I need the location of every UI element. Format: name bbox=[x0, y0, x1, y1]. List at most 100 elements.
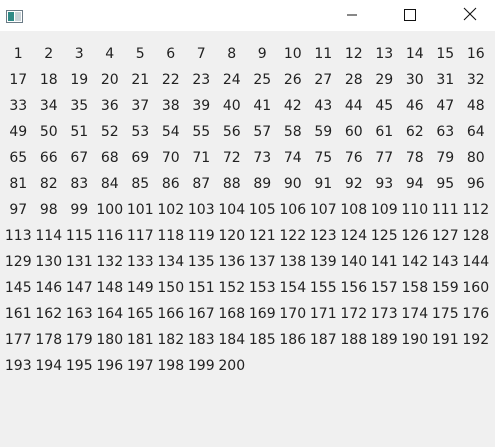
number-label: 46 bbox=[405, 98, 424, 114]
number-label: 17 bbox=[9, 72, 28, 88]
number-label: 175 bbox=[431, 306, 459, 322]
number-label: 39 bbox=[192, 98, 211, 114]
number-label: 12 bbox=[344, 46, 363, 62]
number-label: 113 bbox=[4, 228, 32, 244]
number-label: 176 bbox=[462, 306, 490, 322]
number-label: 149 bbox=[126, 280, 154, 296]
number-label: 98 bbox=[39, 202, 58, 218]
number-label: 9 bbox=[257, 46, 267, 62]
number-label: 55 bbox=[192, 124, 211, 140]
number-label: 54 bbox=[161, 124, 180, 140]
number-label: 161 bbox=[4, 306, 32, 322]
number-label: 96 bbox=[466, 176, 485, 192]
number-label: 103 bbox=[187, 202, 215, 218]
minimize-icon bbox=[346, 6, 358, 25]
number-label: 34 bbox=[39, 98, 58, 114]
number-label: 63 bbox=[436, 124, 455, 140]
number-label: 101 bbox=[126, 202, 154, 218]
number-label: 108 bbox=[340, 202, 368, 218]
minimize-button[interactable] bbox=[329, 0, 375, 31]
number-label: 146 bbox=[35, 280, 63, 296]
number-label: 121 bbox=[248, 228, 276, 244]
number-label: 183 bbox=[187, 332, 215, 348]
maximize-button[interactable] bbox=[387, 0, 433, 31]
number-label: 162 bbox=[35, 306, 63, 322]
number-label: 75 bbox=[314, 150, 333, 166]
number-label: 95 bbox=[436, 176, 455, 192]
number-label: 36 bbox=[100, 98, 119, 114]
number-label: 49 bbox=[9, 124, 28, 140]
number-label: 47 bbox=[436, 98, 455, 114]
number-label: 31 bbox=[436, 72, 455, 88]
number-label: 50 bbox=[39, 124, 58, 140]
number-label: 155 bbox=[309, 280, 337, 296]
number-label: 42 bbox=[283, 98, 302, 114]
number-label: 52 bbox=[100, 124, 119, 140]
number-label: 72 bbox=[222, 150, 241, 166]
number-label: 199 bbox=[187, 358, 215, 374]
number-label: 43 bbox=[314, 98, 333, 114]
number-label: 16 bbox=[466, 46, 485, 62]
number-label: 84 bbox=[100, 176, 119, 192]
number-label: 180 bbox=[96, 332, 124, 348]
number-label: 112 bbox=[462, 202, 490, 218]
number-label: 119 bbox=[187, 228, 215, 244]
number-label: 190 bbox=[401, 332, 429, 348]
number-label: 100 bbox=[96, 202, 124, 218]
number-label: 151 bbox=[187, 280, 215, 296]
number-label: 22 bbox=[161, 72, 180, 88]
number-label: 114 bbox=[35, 228, 63, 244]
number-label: 166 bbox=[157, 306, 185, 322]
number-label: 142 bbox=[401, 254, 429, 270]
number-label: 3 bbox=[74, 46, 84, 62]
number-label: 85 bbox=[131, 176, 150, 192]
number-label: 86 bbox=[161, 176, 180, 192]
number-label: 81 bbox=[9, 176, 28, 192]
number-label: 163 bbox=[65, 306, 93, 322]
number-label: 7 bbox=[196, 46, 206, 62]
number-label: 10 bbox=[283, 46, 302, 62]
number-label: 132 bbox=[96, 254, 124, 270]
number-label: 128 bbox=[462, 228, 490, 244]
number-label: 111 bbox=[431, 202, 459, 218]
number-label: 97 bbox=[9, 202, 28, 218]
number-label: 58 bbox=[283, 124, 302, 140]
number-label: 87 bbox=[192, 176, 211, 192]
number-label: 193 bbox=[4, 358, 32, 374]
number-label: 116 bbox=[96, 228, 124, 244]
number-label: 26 bbox=[283, 72, 302, 88]
number-label: 152 bbox=[218, 280, 246, 296]
number-label: 164 bbox=[96, 306, 124, 322]
number-label: 88 bbox=[222, 176, 241, 192]
number-label: 167 bbox=[187, 306, 215, 322]
number-label: 4 bbox=[105, 46, 115, 62]
number-label: 134 bbox=[157, 254, 185, 270]
number-label: 122 bbox=[279, 228, 307, 244]
app-window-icon[interactable] bbox=[6, 8, 23, 23]
number-label: 33 bbox=[9, 98, 28, 114]
maximize-icon bbox=[404, 6, 416, 25]
number-grid: 1 2 3 4 5 6 7 8 9 10 11 12 13 14 15 16 17 18 19 20 21 22 23 24 2… bbox=[3, 44, 491, 382]
number-label: 154 bbox=[279, 280, 307, 296]
number-label: 40 bbox=[222, 98, 241, 114]
number-label: 200 bbox=[218, 358, 246, 374]
number-label: 62 bbox=[405, 124, 424, 140]
number-label: 57 bbox=[253, 124, 272, 140]
number-label: 23 bbox=[192, 72, 211, 88]
number-label: 144 bbox=[462, 254, 490, 270]
close-button[interactable] bbox=[447, 0, 493, 31]
title-bar[interactable] bbox=[0, 0, 495, 31]
number-label: 66 bbox=[39, 150, 58, 166]
number-label: 68 bbox=[100, 150, 119, 166]
number-label: 1 bbox=[13, 46, 23, 62]
number-label: 106 bbox=[279, 202, 307, 218]
number-label: 78 bbox=[405, 150, 424, 166]
number-label: 82 bbox=[39, 176, 58, 192]
number-label: 79 bbox=[436, 150, 455, 166]
number-label: 133 bbox=[126, 254, 154, 270]
number-label: 18 bbox=[39, 72, 58, 88]
number-label: 83 bbox=[70, 176, 89, 192]
number-label: 179 bbox=[65, 332, 93, 348]
number-label: 59 bbox=[314, 124, 333, 140]
number-label: 192 bbox=[462, 332, 490, 348]
